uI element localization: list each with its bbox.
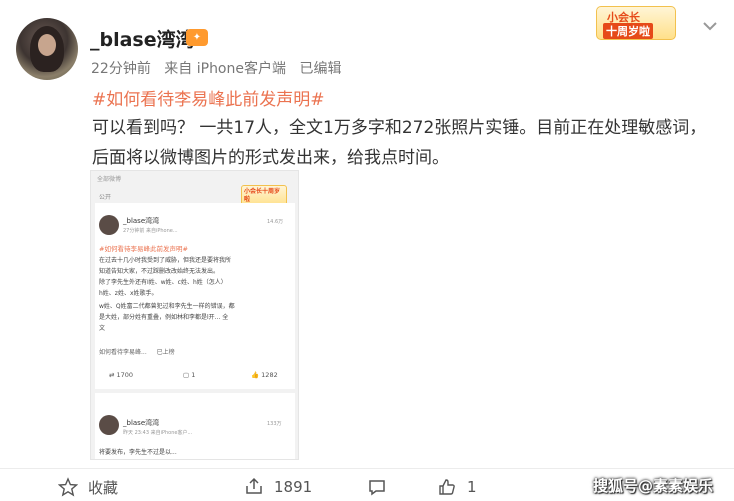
like-count: 1 — [467, 478, 477, 496]
vip-icon: ✦ — [186, 29, 208, 46]
embedded-tag: 如何看待李易峰... 已上榜 — [99, 347, 289, 356]
embedded-line: 除了李先生外还有I姓、w姓、c姓、h姓（怎人） — [99, 279, 227, 286]
chevron-down-icon[interactable] — [700, 16, 720, 36]
embedded-line: 是大姓，部分姓有重叠，例如林和李都是l开... 全 — [99, 314, 229, 321]
embedded-avatar-2 — [99, 415, 119, 435]
embedded-repost-count: 1700 — [116, 371, 134, 379]
embedded-line: h姓、z姓、x姓歌手。 — [99, 290, 158, 297]
favorite-label: 收藏 — [88, 478, 119, 497]
embedded-like-count: 1282 — [261, 371, 278, 379]
embedded-topic-1: #如何看待李易峰此前发声明# — [99, 245, 188, 253]
embedded-tag-text: 如何看待李易峰... — [99, 349, 147, 356]
embedded-time-1: 27分钟前 来自iPhone... — [123, 228, 178, 234]
topic-link[interactable]: #如何看待李易峰此前发声明# — [92, 85, 325, 110]
embedded-line: 知道告知大家，不过踩删改改始终无法发出。 — [99, 268, 220, 275]
avatar-face — [38, 34, 56, 56]
post-time: 22分钟前 — [91, 61, 151, 77]
embedded-lock-label: 公开 — [99, 194, 112, 201]
repost-count: 1891 — [274, 478, 313, 496]
embedded-repost: ⇄ 1700 — [109, 371, 134, 379]
post-content: 可以看到吗？ 一共17人，全文1万多字和272张照片实锤。目前正在处理敏感词，后… — [92, 118, 707, 168]
embedded-line-2: 将要发布，李先生不过是以... — [99, 449, 177, 456]
repost-button[interactable]: 1891 — [244, 476, 312, 498]
embedded-like: 👍 1282 — [251, 371, 278, 379]
bottom-divider — [0, 468, 734, 469]
post-source: 来自 iPhone客户端 — [164, 61, 286, 77]
embedded-screenshot[interactable]: 全部微博 公开 小会长十周岁啦 _blase湾湾 27分钟前 来自iPhone.… — [90, 170, 299, 460]
embedded-top-label: 全部微博 — [97, 176, 122, 183]
embedded-comment: ▢ 1 — [183, 371, 196, 379]
embedded-comment-count: 1 — [191, 371, 196, 379]
comment-icon — [369, 480, 385, 496]
like-button[interactable]: 1 — [437, 476, 477, 498]
badge-line2: 十周岁啦 — [603, 23, 653, 39]
embedded-line: 在过去十几小时我受到了威胁，但我还是要将我所 — [99, 257, 232, 264]
favorite-button[interactable]: 收藏 — [58, 476, 118, 498]
anniversary-badge: 小会长 十周岁啦 — [596, 6, 676, 40]
watermark: 搜狐号@素素娱乐 — [593, 477, 714, 495]
embedded-username-1: _blase湾湾 — [123, 217, 160, 225]
post-meta: 22分钟前 来自 iPhone客户端 已编辑 — [91, 58, 350, 78]
embedded-avatar-1 — [99, 215, 119, 235]
embedded-line: w姓、Q姓富二代都曾犯过和李先生一样的错误，都 — [99, 303, 235, 310]
edited-label[interactable]: 已编辑 — [299, 61, 341, 77]
star-icon — [58, 477, 78, 497]
embedded-time-2: 昨天 23:43 来自iPhone客户... — [123, 430, 193, 436]
avatar[interactable] — [16, 18, 78, 80]
thumbs-up-icon — [439, 479, 455, 495]
share-icon — [246, 477, 262, 494]
username[interactable]: _blase湾湾 — [90, 25, 195, 52]
embedded-tag-extra: 已上榜 — [156, 349, 175, 356]
comment-button[interactable] — [367, 476, 397, 498]
embedded-username-2: _blase湾湾 — [123, 419, 160, 427]
embedded-count-2: 133万 — [267, 421, 282, 427]
embedded-line: 文 — [99, 325, 106, 332]
embedded-count-1: 14.6万 — [267, 219, 284, 225]
